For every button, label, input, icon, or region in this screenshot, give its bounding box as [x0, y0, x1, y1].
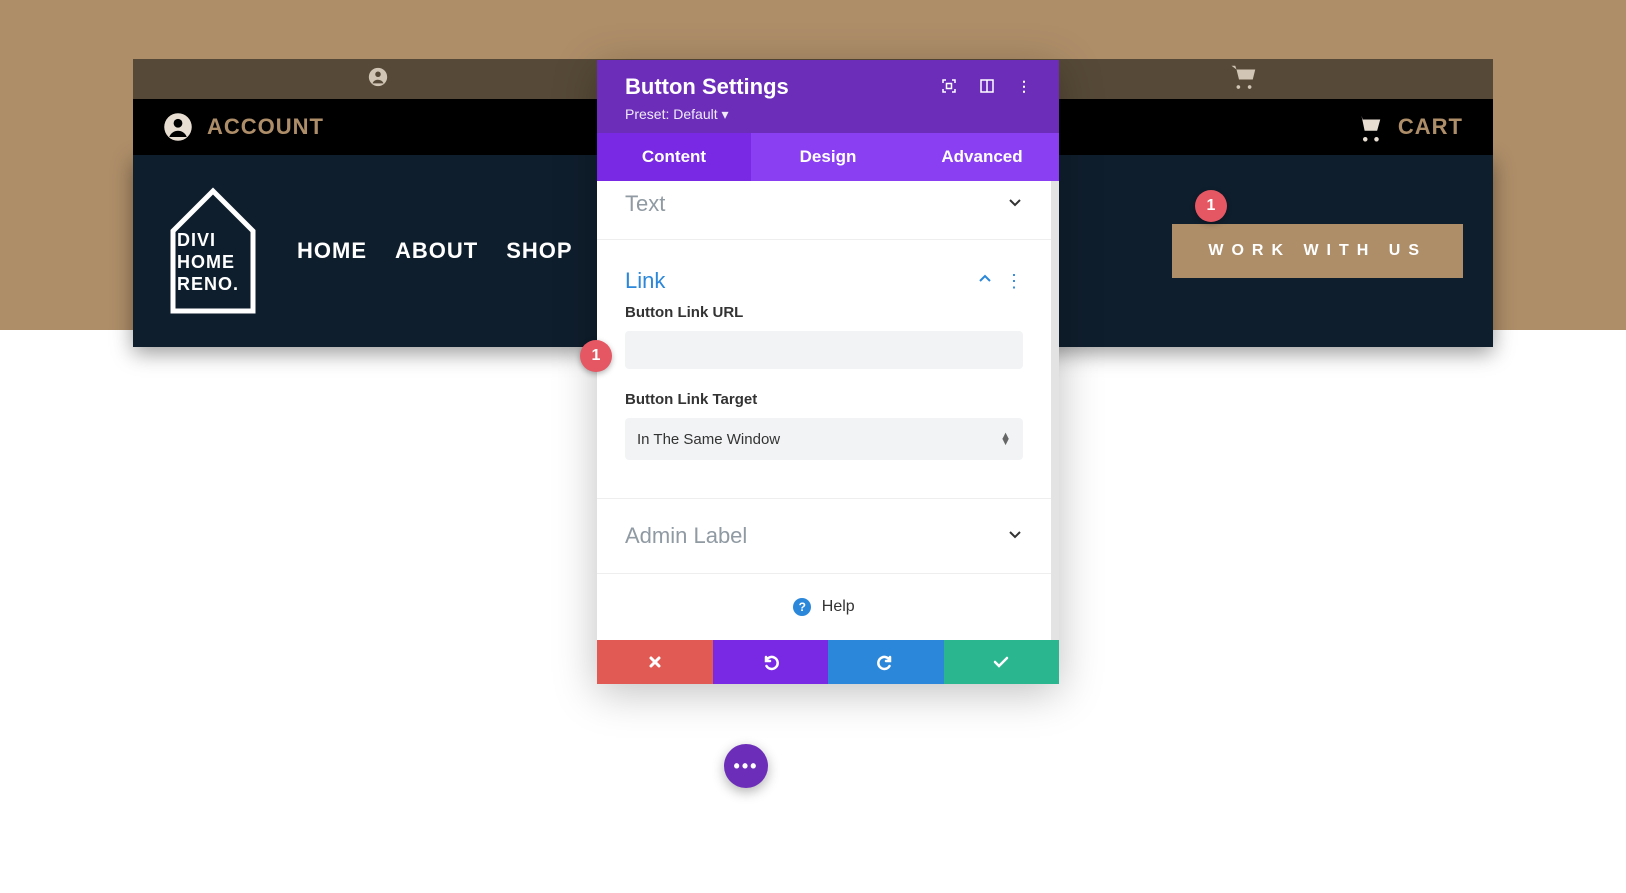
marker-1-left: 1: [580, 340, 612, 372]
redo-button[interactable]: [828, 640, 944, 684]
button-settings-modal: Button Settings ⋮ Preset: Default ▾ Cont…: [597, 60, 1059, 684]
section-link[interactable]: Link ⋮: [597, 240, 1051, 300]
chevron-down-icon: [1007, 526, 1023, 547]
user-icon: [367, 66, 389, 93]
nav-shop[interactable]: SHOP: [506, 238, 572, 264]
chevron-down-icon: [1007, 194, 1023, 215]
builder-fab[interactable]: •••: [724, 744, 768, 788]
cart-label: CART: [1398, 114, 1463, 140]
link-target-select[interactable]: In The Same Window: [625, 418, 1023, 460]
modal-preset[interactable]: Preset: Default ▾: [625, 106, 1031, 123]
tab-design[interactable]: Design: [751, 133, 905, 181]
modal-body: Text Link ⋮ Button Link URL Button Link …: [597, 181, 1059, 640]
modal-title: Button Settings: [625, 74, 789, 100]
select-arrows-icon: ▲▼: [1000, 433, 1011, 445]
expand-icon[interactable]: [941, 78, 957, 97]
nav-home[interactable]: HOME: [297, 238, 367, 264]
help-row[interactable]: ? Help: [597, 574, 1051, 640]
tab-advanced[interactable]: Advanced: [905, 133, 1059, 181]
section-admin-label[interactable]: Admin Label: [597, 499, 1051, 574]
modal-actions: [597, 640, 1059, 684]
dots-icon: •••: [734, 756, 759, 777]
section-text-label: Text: [625, 191, 665, 217]
modal-header[interactable]: Button Settings ⋮ Preset: Default ▾: [597, 60, 1059, 133]
admin-label-text: Admin Label: [625, 523, 747, 549]
modal-tabs: Content Design Advanced: [597, 133, 1059, 181]
field-link-url: Button Link URL: [597, 300, 1051, 387]
help-label: Help: [822, 598, 855, 615]
link-url-input[interactable]: [625, 331, 1023, 369]
more-icon[interactable]: ⋮: [1017, 78, 1031, 97]
account-link[interactable]: ACCOUNT: [163, 112, 324, 142]
cart-link[interactable]: CART: [1354, 112, 1463, 142]
site-logo[interactable]: DIVI HOME RENO.: [163, 181, 263, 321]
save-button[interactable]: [944, 640, 1060, 684]
snap-icon[interactable]: [979, 78, 995, 97]
chevron-up-icon: [977, 271, 993, 292]
tab-content[interactable]: Content: [597, 133, 751, 181]
help-icon: ?: [793, 598, 811, 616]
undo-button[interactable]: [713, 640, 829, 684]
cancel-button[interactable]: [597, 640, 713, 684]
nav-about[interactable]: ABOUT: [395, 238, 478, 264]
marker-1-right: 1: [1195, 190, 1227, 222]
section-text[interactable]: Text: [597, 181, 1051, 240]
field-link-target: Button Link Target In The Same Window ▲▼: [597, 387, 1051, 478]
caret-down-icon: ▾: [722, 106, 729, 122]
link-target-label: Button Link Target: [625, 391, 1023, 408]
link-url-label: Button Link URL: [625, 304, 1023, 321]
cart-icon: [1229, 62, 1259, 97]
account-label: ACCOUNT: [207, 114, 324, 140]
work-with-us-button[interactable]: WORK WITH US: [1172, 224, 1463, 278]
cta-label: WORK WITH US: [1208, 242, 1427, 259]
logo-text: DIVI HOME RENO.: [177, 229, 239, 295]
section-link-label: Link: [625, 268, 665, 294]
more-icon[interactable]: ⋮: [1005, 277, 1023, 286]
